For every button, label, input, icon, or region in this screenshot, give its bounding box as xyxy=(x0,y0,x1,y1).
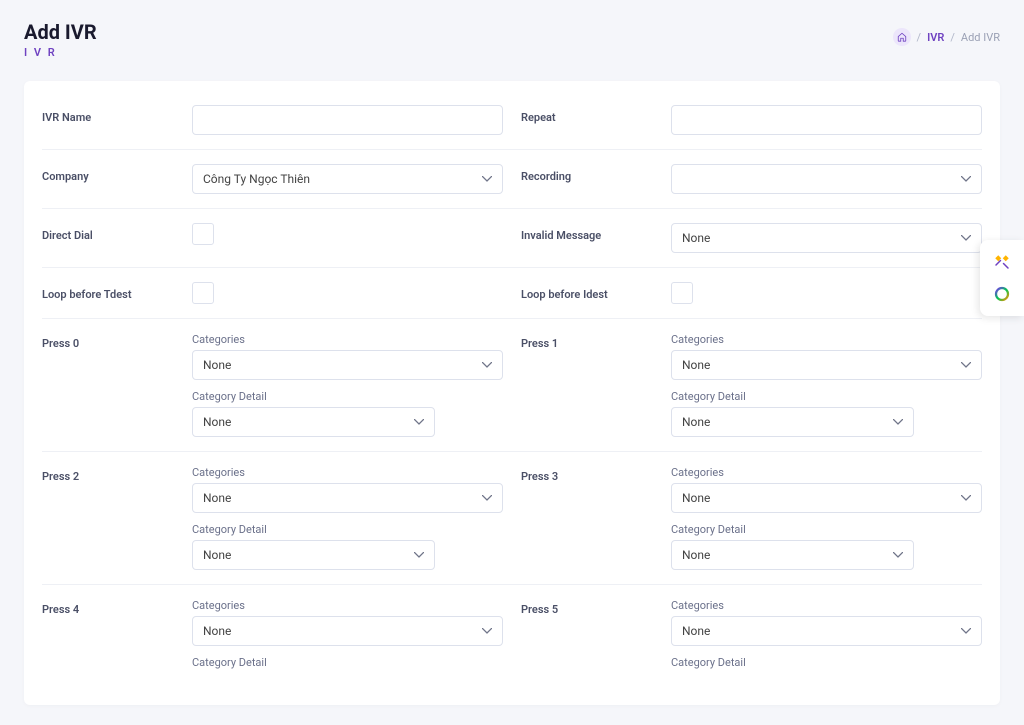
settings-icon[interactable] xyxy=(988,248,1016,276)
press-2-detail-select[interactable]: None xyxy=(192,540,435,570)
press-2-detail-label: Category Detail xyxy=(192,523,503,536)
press-0-categories-label: Categories xyxy=(192,333,503,346)
repeat-input[interactable] xyxy=(671,105,982,135)
press-0-detail-label: Category Detail xyxy=(192,390,503,403)
direct-dial-checkbox[interactable] xyxy=(192,223,214,245)
press-3-detail-label: Category Detail xyxy=(671,523,982,536)
breadcrumb-ivr-link[interactable]: IVR xyxy=(927,31,944,44)
form-card: IVR Name Repeat Company Công Ty Ngọc Thi… xyxy=(24,81,1000,705)
press-5-label: Press 5 xyxy=(521,599,671,616)
press-4-label: Press 4 xyxy=(42,599,192,616)
loop-tdest-checkbox[interactable] xyxy=(192,282,214,304)
press-0-label: Press 0 xyxy=(42,333,192,350)
direct-dial-label: Direct Dial xyxy=(42,223,192,242)
loop-tdest-label: Loop before Tdest xyxy=(42,282,192,301)
refresh-icon[interactable] xyxy=(988,280,1016,308)
press-2-label: Press 2 xyxy=(42,466,192,483)
ivr-name-label: IVR Name xyxy=(42,105,192,124)
company-label: Company xyxy=(42,164,192,183)
breadcrumb-current: Add IVR xyxy=(961,31,1000,44)
breadcrumb-separator: / xyxy=(950,31,955,44)
press-4-detail-label: Category Detail xyxy=(192,656,503,669)
press-5-detail-label: Category Detail xyxy=(671,656,982,669)
press-3-detail-select[interactable]: None xyxy=(671,540,914,570)
ivr-name-input[interactable] xyxy=(192,105,503,135)
press-5-categories-select[interactable]: None xyxy=(671,616,982,646)
company-select[interactable]: Công Ty Ngọc Thiên xyxy=(192,164,503,194)
breadcrumb-separator: / xyxy=(917,31,922,44)
press-1-detail-select[interactable]: None xyxy=(671,407,914,437)
press-1-label: Press 1 xyxy=(521,333,671,350)
press-1-categories-select[interactable]: None xyxy=(671,350,982,380)
floating-toolbar xyxy=(980,240,1024,316)
loop-idest-label: Loop before Idest xyxy=(521,282,671,301)
loop-idest-checkbox[interactable] xyxy=(671,282,693,304)
press-4-categories-label: Categories xyxy=(192,599,503,612)
press-5-categories-label: Categories xyxy=(671,599,982,612)
press-2-categories-label: Categories xyxy=(192,466,503,479)
repeat-label: Repeat xyxy=(521,105,671,124)
press-0-detail-select[interactable]: None xyxy=(192,407,435,437)
page-title: Add IVR xyxy=(24,20,97,44)
home-icon[interactable] xyxy=(893,28,911,46)
press-0-categories-select[interactable]: None xyxy=(192,350,503,380)
invalid-message-label: Invalid Message xyxy=(521,223,671,242)
page-subtitle: I V R xyxy=(24,46,97,59)
press-1-categories-label: Categories xyxy=(671,333,982,346)
press-4-categories-select[interactable]: None xyxy=(192,616,503,646)
press-3-label: Press 3 xyxy=(521,466,671,483)
press-3-categories-select[interactable]: None xyxy=(671,483,982,513)
press-1-detail-label: Category Detail xyxy=(671,390,982,403)
invalid-message-select[interactable]: None xyxy=(671,223,982,253)
recording-label: Recording xyxy=(521,164,671,183)
breadcrumb: / IVR / Add IVR xyxy=(893,28,1000,46)
press-3-categories-label: Categories xyxy=(671,466,982,479)
press-2-categories-select[interactable]: None xyxy=(192,483,503,513)
recording-select[interactable] xyxy=(671,164,982,194)
